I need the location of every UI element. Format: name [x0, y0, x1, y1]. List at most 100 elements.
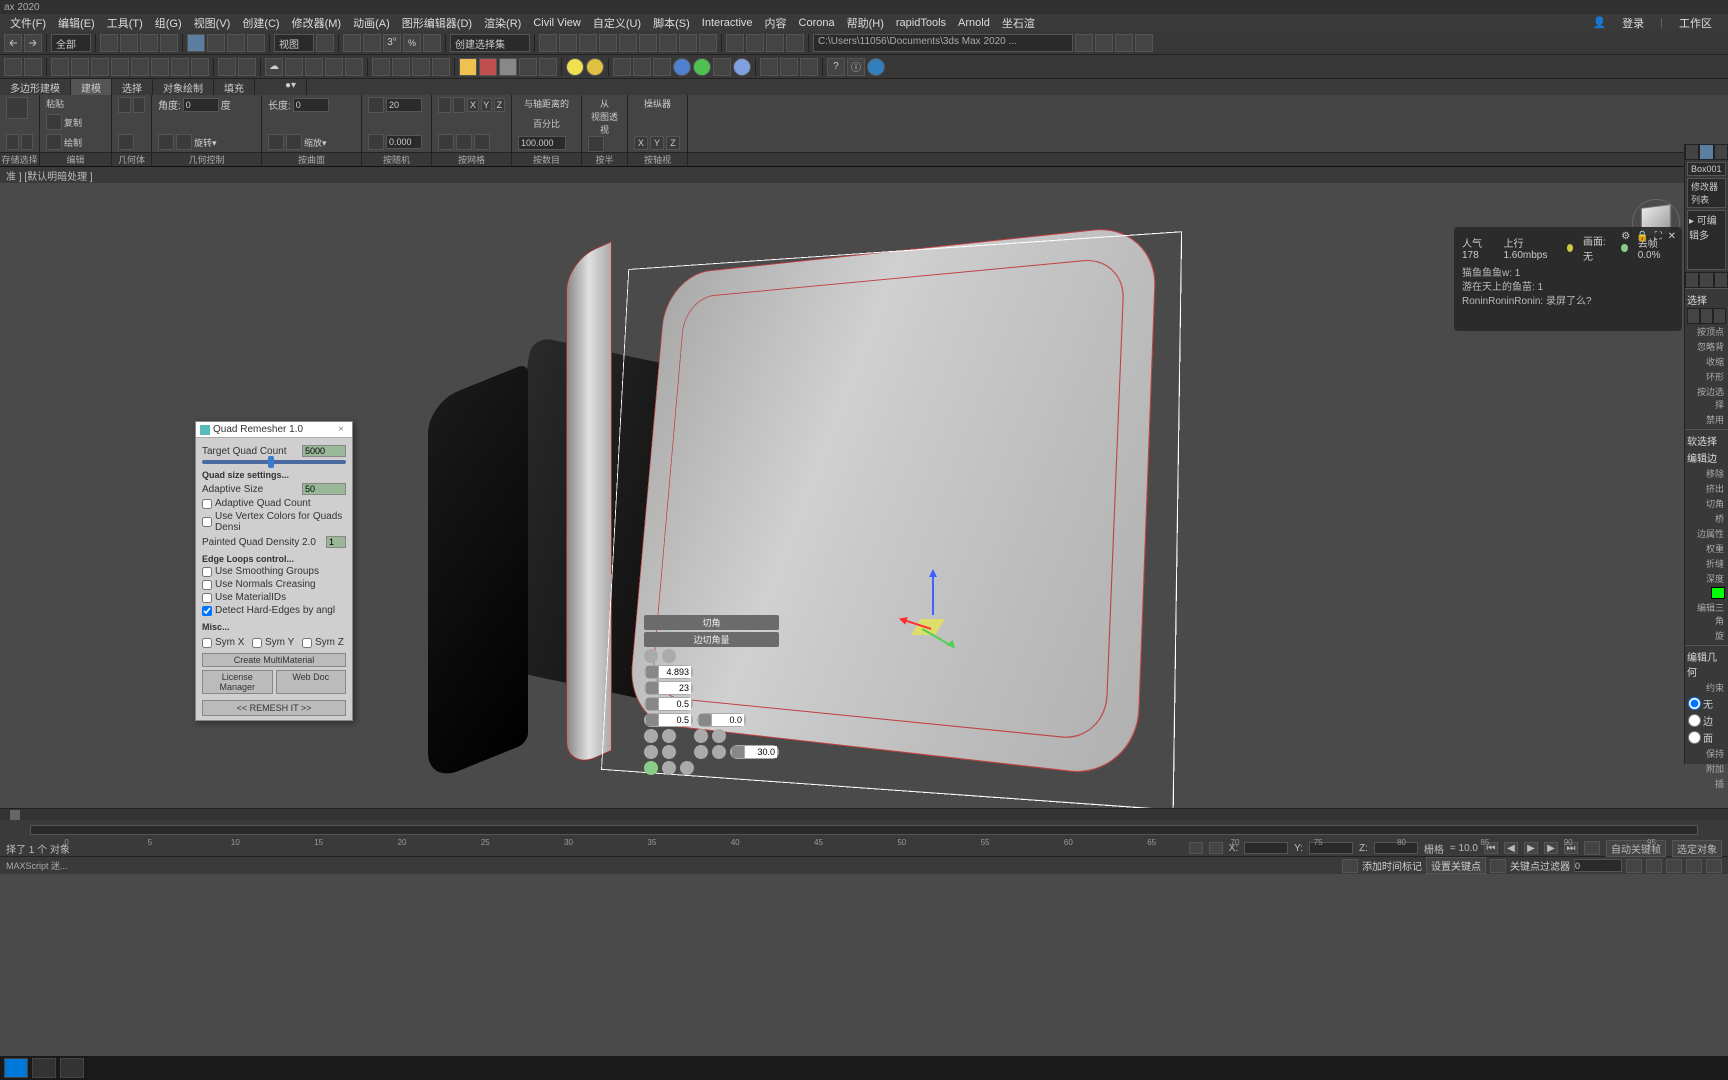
- menu-view[interactable]: 视图(V): [188, 15, 237, 31]
- adaptive-size-input[interactable]: [302, 483, 346, 495]
- quad-remesher-dialog[interactable]: Quad Remesher 1.0 × Target Quad Count Qu…: [195, 421, 353, 721]
- caddy-amount-input[interactable]: [659, 666, 691, 678]
- bridge-btn[interactable]: 桥: [1687, 511, 1726, 526]
- symz-chk[interactable]: Sym Z: [302, 637, 346, 648]
- overlay-close-icon[interactable]: ✕: [1668, 231, 1676, 242]
- menu-extra[interactable]: 坐石渲: [996, 15, 1041, 31]
- caddy-smooth4-icon[interactable]: [712, 745, 726, 759]
- modifier-stack[interactable]: ▸ 可编辑多: [1687, 210, 1726, 270]
- sb-2-icon[interactable]: [1490, 859, 1506, 873]
- cmd-tab-create[interactable]: [1685, 144, 1699, 160]
- selection-filter[interactable]: 全部: [51, 34, 91, 52]
- giz-z[interactable]: Z: [666, 136, 680, 150]
- rtab-dot[interactable]: ●▾: [275, 79, 307, 95]
- sel-only-button[interactable]: 选定对象: [1672, 840, 1722, 857]
- time-track[interactable]: 0 5 10 15 20 25 30 35 40 45 50 55 60 65 …: [30, 825, 1698, 835]
- menu-arnold[interactable]: Arnold: [952, 17, 996, 29]
- store-2-icon[interactable]: [6, 134, 19, 150]
- cmd-tab-modify[interactable]: [1699, 144, 1713, 160]
- off-2-icon[interactable]: [368, 134, 384, 150]
- con-edge[interactable]: 边: [1687, 712, 1726, 729]
- t2-10-icon[interactable]: [191, 58, 209, 76]
- chamfer-btn[interactable]: 切角: [1687, 496, 1726, 511]
- save-icon[interactable]: [1075, 34, 1093, 52]
- clone-icon[interactable]: [46, 134, 62, 150]
- store-1-icon[interactable]: [6, 97, 28, 119]
- t2-20-icon[interactable]: [412, 58, 430, 76]
- timeline[interactable]: 0 5 10 15 20 25 30 35 40 45 50 55 60 65 …: [0, 820, 1728, 840]
- lock-sel-icon[interactable]: [1189, 842, 1203, 854]
- axis-x[interactable]: X: [467, 98, 478, 112]
- caddy-thresh[interactable]: [730, 745, 779, 759]
- caddy-depth-input[interactable]: [659, 714, 691, 726]
- so-border-icon[interactable]: [1713, 308, 1726, 324]
- t2-7-icon[interactable]: [131, 58, 149, 76]
- overlay-expand-icon[interactable]: ⛶: [1655, 231, 1662, 242]
- caddy-smooth1-icon[interactable]: [644, 745, 658, 759]
- object-name-field[interactable]: Box001: [1687, 162, 1726, 176]
- window-crossing-icon[interactable]: [160, 34, 178, 52]
- add-time-tag[interactable]: 添加时间标记: [1362, 858, 1422, 873]
- con-face[interactable]: 面: [1687, 729, 1726, 746]
- schematic-icon[interactable]: [619, 34, 637, 52]
- auto-key-button[interactable]: 自动关键帧: [1606, 840, 1666, 857]
- render-frame-icon[interactable]: [679, 34, 697, 52]
- t2-17-icon[interactable]: [345, 58, 363, 76]
- task-explorer-icon[interactable]: [32, 1058, 56, 1078]
- vertex-colors-chk[interactable]: Use Vertex Colors for Quads Densi: [202, 511, 346, 533]
- menu-help[interactable]: 帮助(H): [841, 15, 890, 31]
- soft-rollout[interactable]: 软选择: [1687, 432, 1726, 449]
- menu-civil[interactable]: Civil View: [527, 17, 586, 29]
- time-play-icon[interactable]: ▶: [1524, 842, 1538, 854]
- len-1-icon[interactable]: [268, 134, 284, 150]
- nav-orbit-icon[interactable]: [1686, 859, 1702, 873]
- so-vertex-icon[interactable]: [1687, 308, 1700, 324]
- copy-icon[interactable]: [46, 114, 62, 130]
- t2-38-icon[interactable]: [800, 58, 818, 76]
- tool-b-icon[interactable]: [746, 34, 764, 52]
- t2-34-icon[interactable]: [713, 58, 731, 76]
- geo-3-icon[interactable]: [118, 134, 134, 150]
- sun-icon[interactable]: [566, 58, 584, 76]
- giz-y[interactable]: Y: [650, 136, 664, 150]
- ax5-icon[interactable]: [474, 134, 490, 150]
- t2-29-icon[interactable]: [613, 58, 631, 76]
- symx-chk[interactable]: Sym X: [202, 637, 246, 648]
- edittri[interactable]: 编辑三角: [1687, 600, 1726, 628]
- frame-input[interactable]: [1574, 859, 1622, 872]
- materials-chk[interactable]: Use MaterialIDs: [202, 592, 346, 603]
- spinner-snap-icon[interactable]: [423, 34, 441, 52]
- caddy-lock-icon[interactable]: [662, 649, 676, 663]
- render-setup-icon[interactable]: [659, 34, 677, 52]
- axis-y[interactable]: Y: [481, 98, 492, 112]
- caddy-opt2-icon[interactable]: [662, 729, 676, 743]
- ref-coord[interactable]: 视图: [274, 34, 314, 52]
- caddy-tension-input[interactable]: [659, 698, 691, 710]
- login-label[interactable]: 登录: [1616, 15, 1650, 31]
- key-filter-button[interactable]: 关键点过滤器: [1510, 858, 1570, 873]
- caddy-miter-input[interactable]: [712, 714, 744, 726]
- ax3-icon[interactable]: [438, 134, 454, 150]
- t2-30-icon[interactable]: [633, 58, 651, 76]
- select-place-icon[interactable]: [247, 34, 265, 52]
- off-1-icon[interactable]: [368, 97, 384, 113]
- transform-gizmo[interactable]: [880, 571, 960, 671]
- extrude-btn[interactable]: 挤出: [1687, 481, 1726, 496]
- normals-chk[interactable]: Use Normals Creasing: [202, 579, 346, 590]
- caddy-miter[interactable]: [697, 713, 746, 727]
- reset-icon[interactable]: [1135, 34, 1153, 52]
- manipulate-icon[interactable]: [343, 34, 361, 52]
- t2-19-icon[interactable]: [392, 58, 410, 76]
- file-path[interactable]: C:\Users\11056\Documents\3ds Max 2020 ..…: [813, 34, 1073, 52]
- viewport-scrollbar[interactable]: [0, 808, 1728, 820]
- sb-1-icon[interactable]: [1342, 859, 1358, 873]
- start-button[interactable]: [4, 1058, 28, 1078]
- editedge-rollout[interactable]: 编辑边: [1687, 449, 1726, 466]
- open-icon[interactable]: [1095, 34, 1113, 52]
- menu-custom[interactable]: 自定义(U): [587, 15, 647, 31]
- so-edge-icon[interactable]: [1700, 308, 1713, 324]
- len-2-icon[interactable]: [286, 134, 302, 150]
- menu-modifiers[interactable]: 修改器(M): [286, 15, 348, 31]
- help-icon[interactable]: ?: [827, 58, 845, 76]
- t2-8-icon[interactable]: [151, 58, 169, 76]
